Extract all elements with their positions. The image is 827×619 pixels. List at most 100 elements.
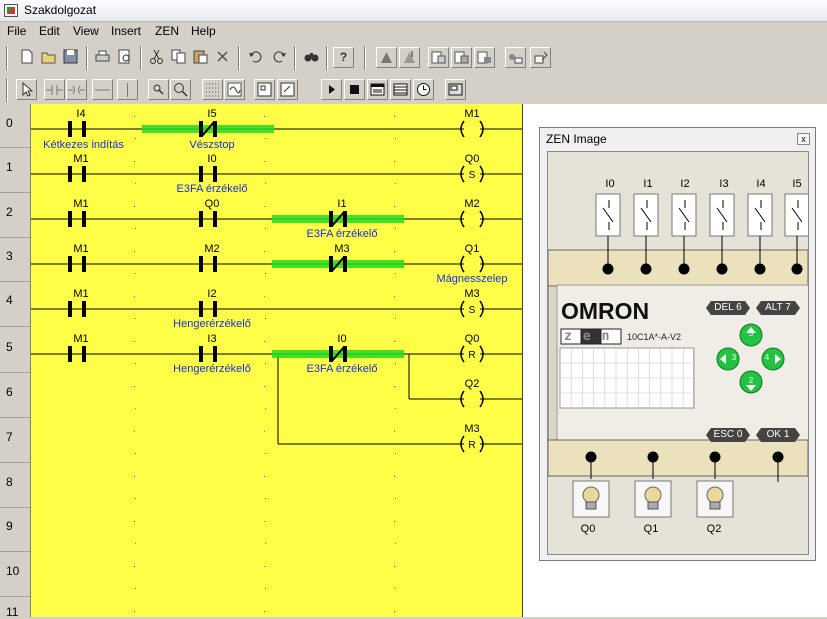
menu-view[interactable]: View	[73, 24, 99, 38]
grid-dot	[134, 611, 135, 612]
contact-bar	[68, 121, 72, 137]
coil: S	[460, 165, 484, 183]
del-button-label[interactable]: DEL 6	[706, 302, 750, 313]
undo-icon[interactable]	[245, 47, 266, 68]
online-icon[interactable]	[505, 47, 526, 68]
coil: R	[460, 435, 484, 453]
menu-edit[interactable]: Edit	[39, 24, 60, 38]
stop-icon[interactable]	[344, 79, 365, 100]
program-icon[interactable]	[254, 79, 275, 100]
omron-logo: OMRON	[561, 298, 650, 324]
cut-icon[interactable]	[146, 47, 167, 68]
simulate-icon[interactable]	[367, 79, 388, 100]
run-icon[interactable]	[321, 79, 342, 100]
connect-line-icon[interactable]	[66, 79, 87, 100]
input-label: I0	[605, 178, 615, 190]
program-check-icon[interactable]	[277, 79, 298, 100]
menu-zen[interactable]: ZEN	[155, 24, 179, 38]
bulb-base	[647, 501, 659, 510]
contact-address: I2	[207, 288, 217, 300]
connect-icon[interactable]	[451, 47, 472, 68]
close-icon[interactable]: x	[797, 133, 810, 145]
open-icon[interactable]	[38, 47, 59, 68]
contact-bar	[213, 166, 217, 182]
grid-dot	[135, 408, 136, 409]
print-preview-icon[interactable]	[114, 47, 135, 68]
print-icon[interactable]	[92, 47, 113, 68]
compare-icon[interactable]	[428, 47, 449, 68]
grid-dot	[135, 453, 136, 454]
grid-dot	[134, 341, 135, 342]
esc-button-label[interactable]: ESC 0	[706, 429, 750, 440]
grid-dot	[394, 521, 395, 522]
output-label: Q0	[580, 523, 596, 535]
contact-bar	[199, 166, 203, 182]
find-icon[interactable]	[301, 47, 322, 68]
clock-icon[interactable]	[413, 79, 434, 100]
grid-dot	[395, 273, 396, 274]
grid-dot	[264, 296, 265, 297]
grid-dot	[394, 251, 395, 252]
contact-bar	[68, 301, 72, 317]
down-button-label: 2	[748, 376, 754, 385]
upload-icon[interactable]	[399, 47, 420, 68]
zen-device: I0 I1 I2 I3 I4 I5 OMRON zen 10C1A*-A-V2 …	[547, 151, 809, 555]
zen-image-icon[interactable]	[445, 79, 466, 100]
save-icon[interactable]	[60, 47, 81, 68]
redo-icon[interactable]	[269, 47, 290, 68]
copy-icon[interactable]	[168, 47, 189, 68]
zen-image-window[interactable]: ZEN Image x I0 I1 I2 I3 I4 I5 OMRON zen …	[539, 127, 816, 561]
grid-dot	[395, 588, 396, 589]
menu-file[interactable]: File	[7, 24, 26, 38]
input-label: I5	[792, 178, 802, 190]
app-icon[interactable]	[4, 4, 18, 17]
transfer-icon[interactable]	[376, 47, 397, 68]
rung-number: 6	[6, 385, 13, 399]
disconnect-icon[interactable]	[474, 47, 495, 68]
coil-mode: R	[468, 440, 475, 451]
io-table-icon[interactable]	[390, 79, 411, 100]
contact-bar	[68, 166, 72, 182]
monitor-icon[interactable]	[224, 79, 245, 100]
rung-divider	[0, 507, 30, 508]
zoom-in-icon[interactable]	[148, 79, 169, 100]
horizontal-line-icon[interactable]	[92, 79, 113, 100]
new-icon[interactable]	[16, 47, 37, 68]
grid-dot	[134, 161, 135, 162]
coil	[460, 120, 484, 138]
grid-dot	[264, 521, 265, 522]
contact-bar	[199, 256, 203, 272]
monitor-toggle-icon[interactable]	[530, 47, 551, 68]
grid-dot	[394, 611, 395, 612]
rung-divider	[0, 551, 30, 552]
grid-dot	[395, 228, 396, 229]
alt-button-label[interactable]: ALT 7	[756, 302, 800, 313]
zoom-out-icon[interactable]	[170, 79, 191, 100]
contact-address: M2	[204, 243, 220, 255]
rung-number: 5	[6, 340, 13, 354]
bulb-icon	[644, 486, 662, 504]
vertical-line-icon[interactable]	[117, 79, 138, 100]
grid-dot	[265, 453, 266, 454]
bulb-icon	[582, 486, 600, 504]
contact-address: I0	[337, 333, 347, 345]
menu-help[interactable]: Help	[191, 24, 216, 38]
grid-dot	[395, 363, 396, 364]
menu-insert[interactable]: Insert	[111, 24, 141, 38]
ok-button-label[interactable]: OK 1	[756, 429, 800, 440]
paste-icon[interactable]	[190, 47, 211, 68]
contact-icon[interactable]	[44, 79, 65, 100]
delete-icon[interactable]	[212, 47, 233, 68]
help-icon[interactable]: ?	[333, 47, 354, 68]
grid-dot	[265, 273, 266, 274]
grid-dot	[264, 341, 265, 342]
rung-divider	[0, 326, 30, 327]
grid-icon[interactable]	[202, 79, 223, 100]
select-icon[interactable]	[16, 79, 37, 100]
grid-dot	[265, 183, 266, 184]
contact-bar	[68, 256, 72, 272]
contact-bar	[68, 346, 72, 362]
grid-dot	[134, 476, 135, 477]
contact-address: M1	[73, 198, 89, 210]
ladder-diagram[interactable]: SSRR I4 Kétkezes indítás I5 Vészstop M1 …	[31, 104, 523, 617]
